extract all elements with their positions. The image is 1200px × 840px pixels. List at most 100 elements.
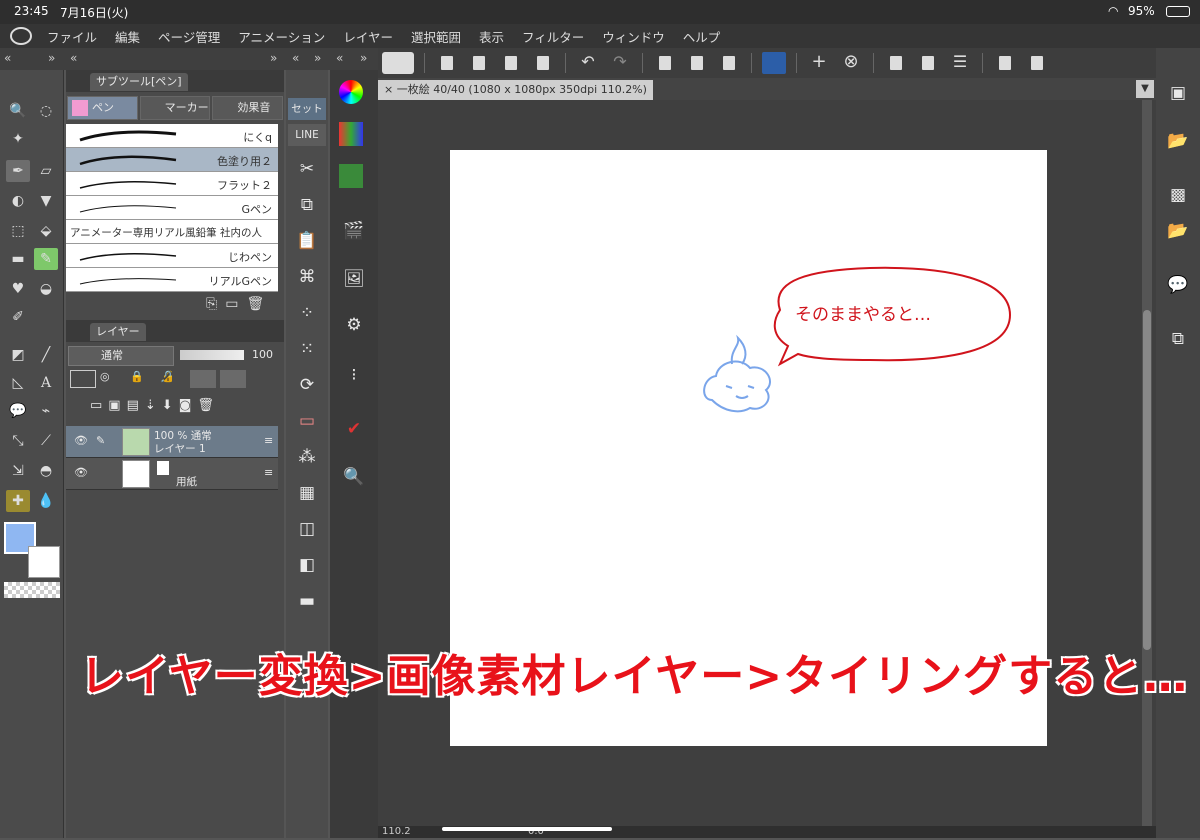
hat-icon[interactable]: ◓ xyxy=(34,460,58,482)
transfer-down-icon[interactable]: ⇣ xyxy=(145,398,156,420)
reference-layer-icon[interactable]: ◎ xyxy=(100,370,126,388)
open-folder-icon[interactable] xyxy=(467,52,491,74)
heart-icon[interactable]: ♥ xyxy=(6,278,30,300)
copy-icon[interactable]: ⧉ xyxy=(292,190,322,220)
gradient-fill-icon[interactable]: ◩ xyxy=(6,344,30,366)
tab-effect-sound[interactable]: 効果音 xyxy=(212,96,284,120)
lock-transparent-icon[interactable]: 🔏 xyxy=(160,370,186,388)
brush-item[interactable]: にくq xyxy=(66,124,278,148)
text-icon[interactable]: A xyxy=(34,372,58,394)
drop-icon[interactable]: 💧 xyxy=(34,490,58,512)
collapse-right-icon[interactable]: » xyxy=(48,51,55,65)
grid-select-icon[interactable]: ▦ xyxy=(292,478,322,508)
lock-icon[interactable]: 🔒 xyxy=(130,370,156,388)
collapse-left-icon[interactable]: « xyxy=(70,51,77,65)
flip-icon[interactable]: ▬ xyxy=(292,586,322,616)
menu-file[interactable]: ファイル xyxy=(38,27,106,46)
delete-layer-icon[interactable]: 🗑 xyxy=(197,398,214,420)
clear-icon[interactable] xyxy=(653,52,677,74)
brush-item[interactable]: リアルGペン xyxy=(66,268,278,292)
scroll-thumb[interactable] xyxy=(1143,310,1151,650)
brush-item[interactable]: フラット２ xyxy=(66,172,278,196)
export-jpg-icon[interactable] xyxy=(762,52,786,74)
delete-subtool-icon[interactable]: 🗑 xyxy=(246,296,264,316)
mesh-transform-icon[interactable]: ⁙ xyxy=(292,334,322,364)
collapse-right-icon[interactable]: » xyxy=(270,51,277,65)
rotate-icon[interactable]: ⟳ xyxy=(292,370,322,400)
snap-ruler-icon[interactable]: + xyxy=(807,52,831,74)
search-layer-icon[interactable]: 🔍 xyxy=(339,462,369,492)
color-set-icon[interactable] xyxy=(339,122,363,146)
clip-studio-logo-icon[interactable] xyxy=(10,27,32,45)
material-icon[interactable] xyxy=(884,52,908,74)
save-icon[interactable] xyxy=(531,52,555,74)
brush-size-icon[interactable]: ⁝ xyxy=(339,360,369,390)
paint-bucket-icon[interactable]: ⬙ xyxy=(34,220,58,242)
collapse-right-icon[interactable]: » xyxy=(314,51,321,65)
menu-view[interactable]: 表示 xyxy=(470,27,513,46)
zoom-icon[interactable]: 🔍 xyxy=(6,100,30,122)
correction-icon[interactable]: ◒ xyxy=(34,278,58,300)
brush-item[interactable]: 色塗り用２ xyxy=(66,148,278,172)
magic-wand-icon[interactable]: ✦ xyxy=(6,128,30,150)
transparent-color-swatch[interactable] xyxy=(4,582,60,598)
color-wheel-icon[interactable] xyxy=(339,80,363,104)
operation-icon[interactable]: ⤡ xyxy=(6,430,30,452)
blend-icon[interactable]: ◐ xyxy=(6,190,30,212)
selection-layer-icon[interactable]: ◫ xyxy=(292,514,322,544)
layer-menu-icon[interactable]: ≡ xyxy=(264,434,273,447)
brush-item[interactable]: アニメーター専用リアル風鉛筆 社内の人 xyxy=(66,220,278,244)
material-checker-icon[interactable]: ▩ xyxy=(1163,180,1193,210)
tab-marker[interactable]: マーカー xyxy=(139,96,211,120)
vertical-scrollbar[interactable] xyxy=(1142,100,1152,840)
share-icon[interactable] xyxy=(993,52,1017,74)
layer-tab[interactable]: レイヤー xyxy=(90,323,146,341)
move-layer-icon[interactable]: ⇲ xyxy=(6,460,30,482)
menu-animation[interactable]: アニメーション xyxy=(229,27,334,46)
visibility-eye-icon[interactable]: 👁 xyxy=(74,434,88,447)
brush-item[interactable]: Gペン xyxy=(66,196,278,220)
fill-icon[interactable] xyxy=(717,52,741,74)
new-file-icon[interactable] xyxy=(435,52,459,74)
stabilizer-icon[interactable]: ✔ xyxy=(339,414,369,444)
copy-subtool-icon[interactable]: ⎘ xyxy=(206,296,217,316)
dots-icon[interactable]: ⁂ xyxy=(292,442,322,472)
lasso-icon[interactable]: ◌ xyxy=(34,100,58,122)
collapse-left-icon[interactable]: « xyxy=(336,51,343,65)
layer-menu-icon[interactable]: ≡ xyxy=(264,466,273,479)
fill-bucket-icon[interactable]: ▼ xyxy=(34,190,58,212)
menu-layer[interactable]: レイヤー xyxy=(334,27,402,46)
folder-open-icon[interactable]: 📂 xyxy=(1163,216,1193,246)
menu-filter[interactable]: フィルター xyxy=(513,27,593,46)
ruler-link-icon[interactable] xyxy=(220,370,246,388)
set-tab[interactable]: セット1 xyxy=(288,98,326,137)
layer-row[interactable]: 👁 ✎ 100 % 通常 レイヤー 1 ≡ xyxy=(66,426,278,458)
mask-icon[interactable] xyxy=(190,370,216,388)
scissors-icon[interactable]: ✂ xyxy=(292,154,322,184)
menu-selection[interactable]: 選択範囲 xyxy=(402,27,470,46)
selection-fill-icon[interactable]: ◧ xyxy=(292,550,322,580)
sub-color-swatch[interactable] xyxy=(28,546,60,578)
animation-timeline-icon[interactable] xyxy=(339,164,363,188)
menu-edit[interactable]: 編集 xyxy=(106,27,149,46)
menu-page[interactable]: ページ管理 xyxy=(149,27,229,46)
line-set[interactable]: LINE xyxy=(288,124,326,146)
free-transform-icon[interactable]: ⁘ xyxy=(292,298,322,328)
figure-icon[interactable]: ✎ xyxy=(34,248,58,270)
pencil-icon[interactable]: ✐ xyxy=(6,306,30,328)
tool-property-icon[interactable]: ⚙ xyxy=(339,310,369,340)
new-folder-icon[interactable]: ▤ xyxy=(127,398,139,420)
document-tab[interactable]: × 一枚絵 40/40 (1080 x 1080px 350dpi 110.2%… xyxy=(378,80,653,100)
eraser-icon[interactable]: ▱ xyxy=(34,160,58,182)
selection-icon[interactable]: ⬚ xyxy=(6,220,30,242)
snap-special-ruler-icon[interactable]: ⊗ xyxy=(839,52,863,74)
tab-pen[interactable]: ペン xyxy=(67,96,138,120)
opacity-slider[interactable] xyxy=(180,350,244,360)
open-folder2-icon[interactable] xyxy=(499,52,523,74)
new-vector-layer-icon[interactable]: ▣ xyxy=(108,398,120,420)
brush-item[interactable]: じわペン xyxy=(66,244,278,268)
new-subtool-icon[interactable]: ▭ xyxy=(225,296,238,316)
paste-icon[interactable]: 📋 xyxy=(292,226,322,256)
navigator-icon[interactable]: 🖼 xyxy=(339,264,369,294)
collapse-left-icon[interactable]: « xyxy=(4,51,11,65)
